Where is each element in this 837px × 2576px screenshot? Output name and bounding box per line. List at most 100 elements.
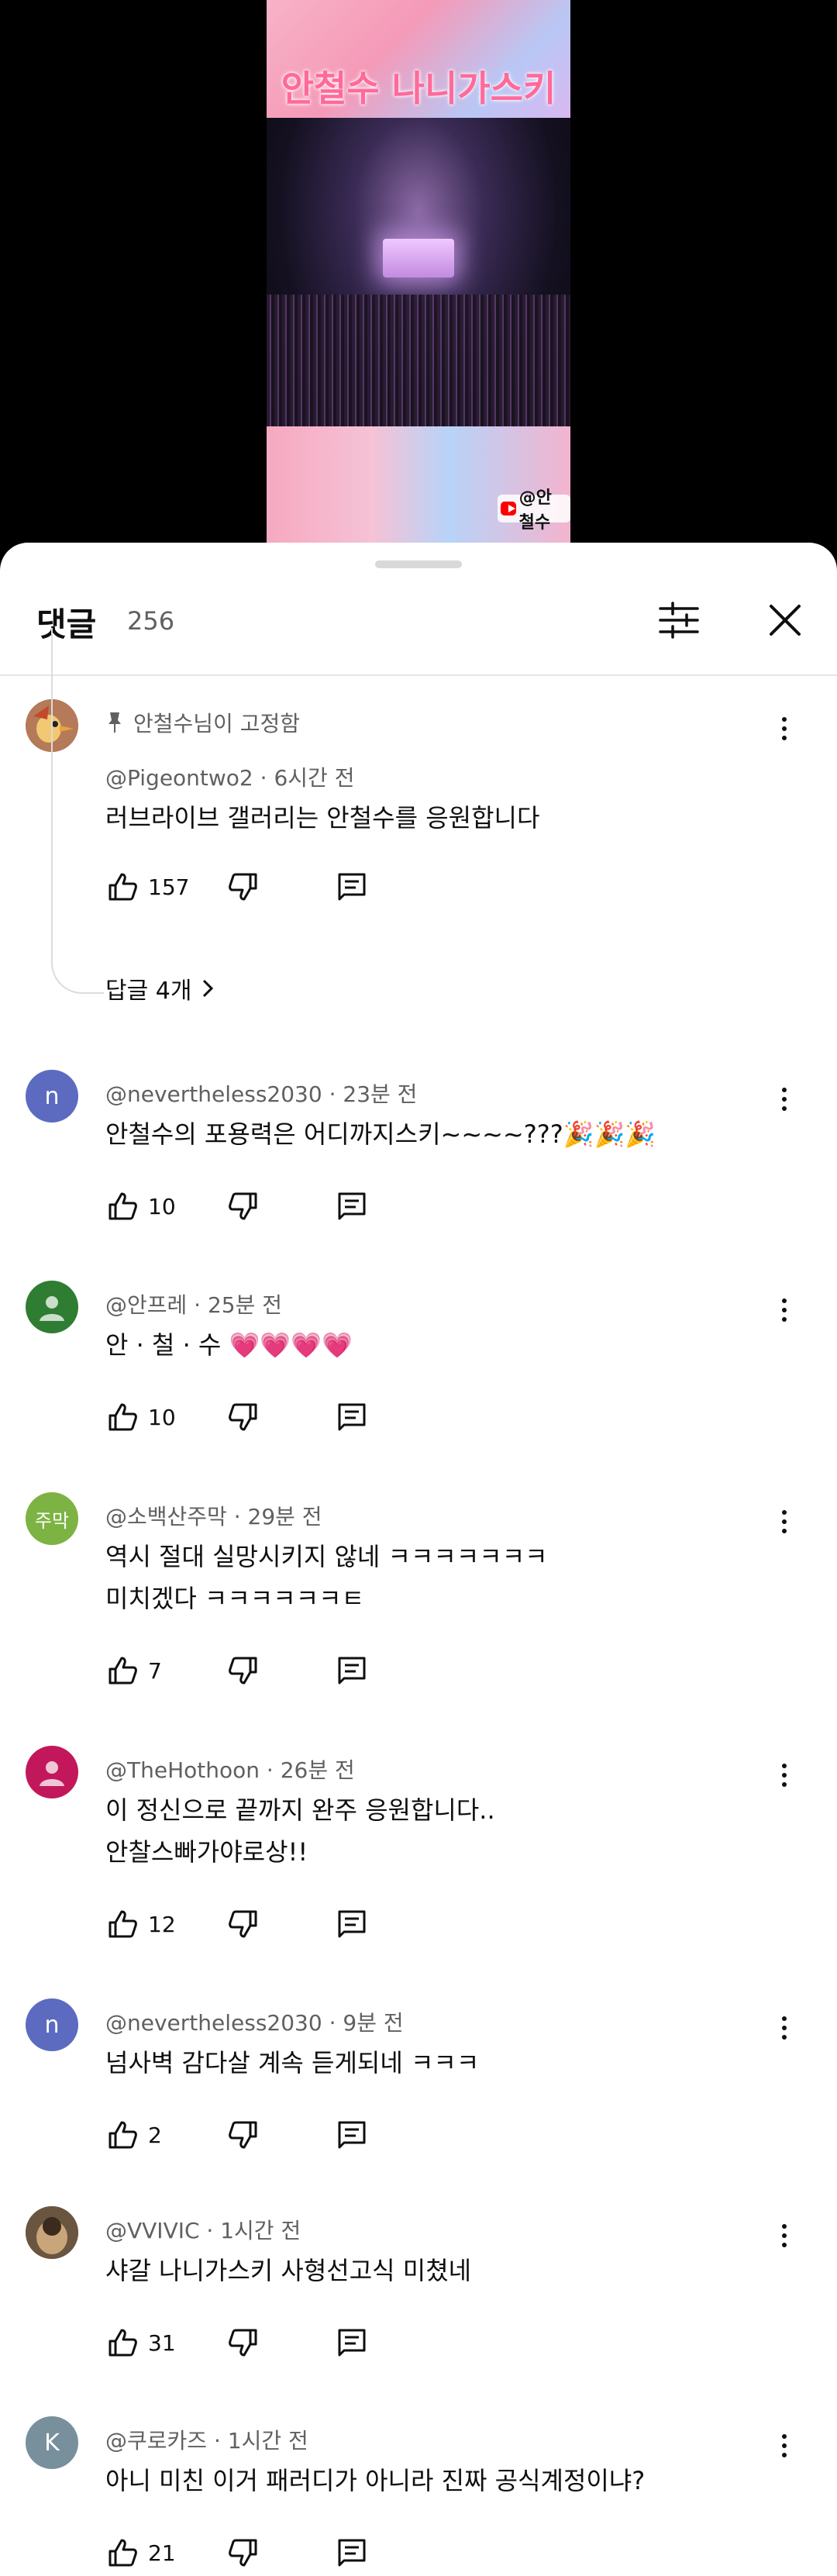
comment-menu-button[interactable] <box>775 1752 794 1798</box>
like-count: 7 <box>148 1658 162 1684</box>
video-player[interactable]: 안철수 나니가스키 @안철수 <box>0 0 837 547</box>
thumbs-up-icon <box>108 2329 137 2357</box>
avatar[interactable]: K <box>26 2416 78 2469</box>
sort-filter-button[interactable] <box>656 597 702 643</box>
thumbs-down-icon <box>229 1403 257 1431</box>
avatar[interactable]: 주막 <box>26 1492 78 1545</box>
crowd-image <box>267 295 570 426</box>
avatar[interactable] <box>26 2206 78 2259</box>
replies-label: 답글 4개 <box>105 978 192 1005</box>
drag-handle[interactable] <box>375 560 462 568</box>
comment-author[interactable]: @nevertheless2030 <box>105 2010 322 2036</box>
comment-menu-button[interactable] <box>775 2005 794 2051</box>
reply-button[interactable] <box>335 1907 369 1941</box>
comment-actions: 10 <box>105 1189 415 1226</box>
comment-menu-button[interactable] <box>775 2212 794 2259</box>
avatar[interactable] <box>26 1746 78 1798</box>
comment-author[interactable]: @nevertheless2030 <box>105 1081 322 1107</box>
like-button[interactable] <box>105 1907 140 1941</box>
comment-reply-icon <box>338 1657 366 1685</box>
reply-button[interactable] <box>335 2326 369 2360</box>
comment-actions: 21 <box>105 2536 415 2573</box>
dislike-button[interactable] <box>226 1654 260 1688</box>
dislike-button[interactable] <box>226 870 260 904</box>
avatar-initial: 주막 <box>34 1509 70 1532</box>
comment-text: 러브라이브 갤러리는 안철수를 응원합니다 <box>105 797 539 839</box>
comment-text: 넘사벽 감다살 계속 듣게되네 ㅋㅋㅋ <box>105 2042 479 2084</box>
comment-menu-button[interactable] <box>775 1498 794 1545</box>
dislike-button[interactable] <box>226 1189 260 1223</box>
thumbs-down-icon <box>229 1192 257 1220</box>
comment-author[interactable]: @쿠로카즈 <box>105 2428 207 2454</box>
comment-text: 안 · 철 · 수 💗💗💗💗 <box>105 1324 353 1366</box>
reply-button[interactable] <box>335 1189 369 1223</box>
like-button[interactable] <box>105 2536 140 2570</box>
comment-actions: 157 <box>105 870 415 907</box>
avatar[interactable]: n <box>26 1070 78 1122</box>
comment-reply-icon <box>338 873 366 901</box>
comment-text: 안철수의 포용력은 어디까지스키~~~~???🎉🎉🎉 <box>105 1113 656 1155</box>
comment-time: 25분 전 <box>207 1292 283 1318</box>
like-button[interactable] <box>105 1400 140 1434</box>
profile-photo-icon <box>26 2206 78 2259</box>
comment-time: 1시간 전 <box>220 2218 301 2243</box>
comment-reply-icon <box>338 1192 366 1220</box>
comment-time: 1시간 전 <box>227 2428 308 2454</box>
comment-author[interactable]: @Pigeontwo2 <box>105 765 253 791</box>
pinned-label: 안철수님이 고정함 <box>133 711 300 736</box>
view-replies-button[interactable]: 답글 4개 <box>105 971 215 1005</box>
comment-line: 안 · 철 · 수 💗💗💗💗 <box>105 1330 353 1360</box>
dislike-button[interactable] <box>226 2118 260 2152</box>
comment-actions: 2 <box>105 2118 415 2155</box>
comment-time: 23분 전 <box>343 1081 418 1107</box>
like-button[interactable] <box>105 2118 140 2152</box>
comment-line: 안찰스빠가야로상!! <box>105 1837 308 1867</box>
dislike-button[interactable] <box>226 2326 260 2360</box>
dislike-button[interactable] <box>226 1907 260 1941</box>
comment-menu-button[interactable] <box>775 1076 794 1122</box>
pinned-indicator: 안철수님이 고정함 <box>105 707 300 738</box>
comment-author[interactable]: @소백산주막 <box>105 1504 227 1529</box>
close-button[interactable] <box>762 597 808 643</box>
like-button[interactable] <box>105 2326 140 2360</box>
avatar-initial: K <box>44 2429 60 2457</box>
avatar[interactable] <box>26 1281 78 1333</box>
comment-author[interactable]: @안프레 <box>105 1292 187 1318</box>
reply-button[interactable] <box>335 870 369 904</box>
comment-actions: 31 <box>105 2326 415 2363</box>
video-thumbnail[interactable]: 안철수 나니가스키 @안철수 <box>267 0 570 547</box>
comment-menu-button[interactable] <box>775 1287 794 1333</box>
comment-time: 6시간 전 <box>274 765 355 791</box>
person-icon <box>36 1757 67 1788</box>
thumbs-up-icon <box>108 1910 137 1938</box>
comment-menu-button[interactable] <box>775 2423 794 2469</box>
comment-menu-button[interactable] <box>775 705 794 752</box>
like-count: 12 <box>148 1912 176 1937</box>
comment-meta: @nevertheless2030 · 9분 전 <box>105 2010 404 2036</box>
comment-author[interactable]: @TheHothoon <box>105 1757 260 1783</box>
comment-line: 샤갈 나니가스키 사형선고식 미쳤네 <box>105 2256 472 2285</box>
comment-text: 역시 절대 실망시키지 않네 ㅋㅋㅋㅋㅋㅋㅋ 미치겠다 ㅋㅋㅋㅋㅋㅋㅌ <box>105 1536 548 1619</box>
comment-meta: @안프레 · 25분 전 <box>105 1292 283 1318</box>
comment-author[interactable]: @VVIVIC <box>105 2218 200 2243</box>
comments-count: 256 <box>127 606 175 636</box>
dislike-button[interactable] <box>226 2536 260 2570</box>
reply-button[interactable] <box>335 2536 369 2570</box>
like-count: 157 <box>148 874 190 900</box>
thumbs-up-icon <box>108 1657 137 1685</box>
reply-button[interactable] <box>335 1654 369 1688</box>
avatar[interactable]: n <box>26 1998 78 2051</box>
like-button[interactable] <box>105 1654 140 1688</box>
like-count: 10 <box>148 1194 176 1219</box>
like-count: 21 <box>148 2540 176 2566</box>
reply-button[interactable] <box>335 2118 369 2152</box>
comment-meta: @소백산주막 · 29분 전 <box>105 1504 322 1529</box>
like-count: 2 <box>148 2123 162 2148</box>
like-button[interactable] <box>105 1189 140 1223</box>
dislike-button[interactable] <box>226 1400 260 1434</box>
reply-button[interactable] <box>335 1400 369 1434</box>
header-divider <box>0 674 837 676</box>
like-count: 31 <box>148 2330 176 2356</box>
thumbs-down-icon <box>229 2329 257 2357</box>
like-button[interactable] <box>105 870 140 904</box>
